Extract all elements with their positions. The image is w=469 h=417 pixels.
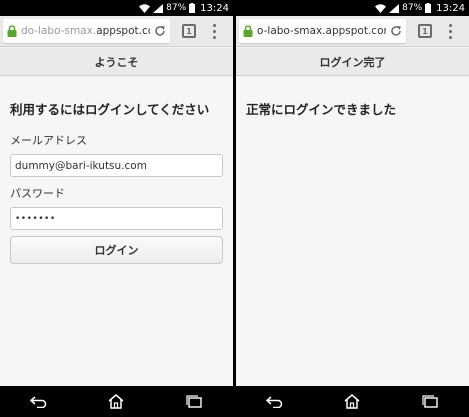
battery-percent: 87% [166, 3, 187, 13]
battery-percent: 87% [402, 3, 423, 13]
page-title: ログイン完了 [236, 48, 469, 76]
signal-icon [389, 3, 400, 13]
home-icon[interactable] [101, 390, 131, 414]
back-icon[interactable] [24, 390, 54, 414]
page-title: ようこそ [0, 48, 233, 76]
back-icon[interactable] [260, 390, 290, 414]
status-time: 13:24 [200, 2, 229, 14]
url-domain: do-labo-smax. [21, 25, 97, 37]
login-form: 利用するにはログインしてください メールアドレス パスワード ログイン [0, 77, 233, 386]
reload-icon[interactable] [386, 19, 406, 43]
email-field[interactable] [10, 154, 223, 177]
tab-count: 1 [182, 24, 196, 38]
status-time: 13:24 [436, 2, 465, 14]
browser-toolbar: o-labo-smax.appspot.com/v 1 [236, 16, 469, 47]
overflow-menu-icon[interactable] [206, 19, 222, 43]
tab-switcher-button[interactable]: 1 [414, 19, 436, 43]
url-bar[interactable]: do-labo-smax.appspot.com [3, 19, 170, 43]
wifi-icon [139, 3, 151, 13]
tab-count: 1 [418, 24, 432, 38]
url-text: do-labo-smax.appspot.com [21, 25, 150, 37]
navigation-bar [236, 386, 469, 417]
login-screen: 87% 13:24 do-labo-smax.appspot.com 1 ようこ… [0, 0, 233, 417]
url-host: appspot.com [96, 25, 150, 37]
battery-icon [189, 3, 196, 13]
recent-apps-icon[interactable] [415, 390, 445, 414]
wifi-icon [375, 3, 387, 13]
status-bar: 87% 13:24 [236, 0, 469, 16]
password-label: パスワード [10, 187, 65, 200]
login-button[interactable]: ログイン [10, 236, 223, 264]
recent-apps-icon[interactable] [179, 390, 209, 414]
success-message: 正常にログインできました [246, 102, 397, 117]
url-bar[interactable]: o-labo-smax.appspot.com/v [239, 19, 406, 43]
browser-toolbar: do-labo-smax.appspot.com 1 [0, 16, 233, 47]
home-icon[interactable] [337, 390, 367, 414]
tab-switcher-button[interactable]: 1 [178, 19, 200, 43]
lock-icon [7, 25, 17, 37]
navigation-bar [0, 386, 233, 417]
battery-icon [425, 3, 432, 13]
url-text: o-labo-smax.appspot.com/v [257, 25, 386, 37]
lock-icon [243, 25, 253, 37]
reload-icon[interactable] [150, 19, 170, 43]
email-label: メールアドレス [10, 134, 87, 147]
overflow-menu-icon[interactable] [442, 19, 458, 43]
password-field[interactable] [10, 207, 223, 230]
login-complete-screen: 87% 13:24 o-labo-smax.appspot.com/v 1 ログ… [236, 0, 469, 417]
result-content: 正常にログインできました [236, 77, 469, 386]
signal-icon [153, 3, 164, 13]
login-heading: 利用するにはログインしてください [10, 102, 210, 117]
status-bar: 87% 13:24 [0, 0, 233, 16]
